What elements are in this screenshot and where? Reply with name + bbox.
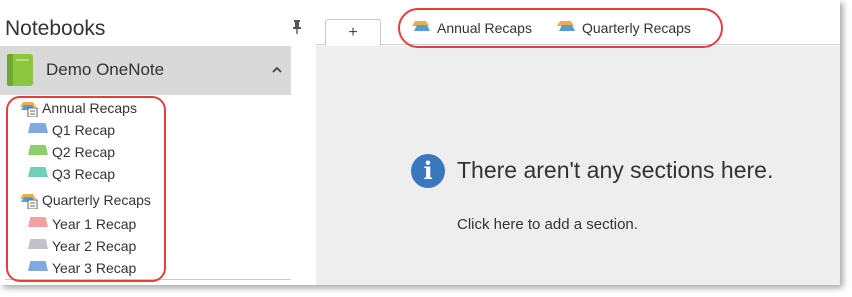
add-section-link[interactable]: Click here to add a section. <box>457 216 638 233</box>
info-icon: i <box>411 154 445 188</box>
notebook-name: Demo OneNote <box>46 60 165 79</box>
notebooks-title: Notebooks <box>5 17 106 40</box>
onenote-window: Notebooks Demo OneNote Annual Recaps Q1 … <box>0 0 840 285</box>
chevron-up-icon[interactable] <box>271 64 283 76</box>
annotation-outline-tabs <box>398 8 723 48</box>
add-section-tab[interactable]: + <box>325 19 381 46</box>
notebook-row-demo-onenote[interactable]: Demo OneNote <box>0 46 291 95</box>
empty-state-title: There aren't any sections here. <box>457 157 774 183</box>
annotation-outline-tree <box>6 96 166 282</box>
notebook-icon <box>7 54 33 86</box>
pin-icon[interactable] <box>292 20 302 34</box>
